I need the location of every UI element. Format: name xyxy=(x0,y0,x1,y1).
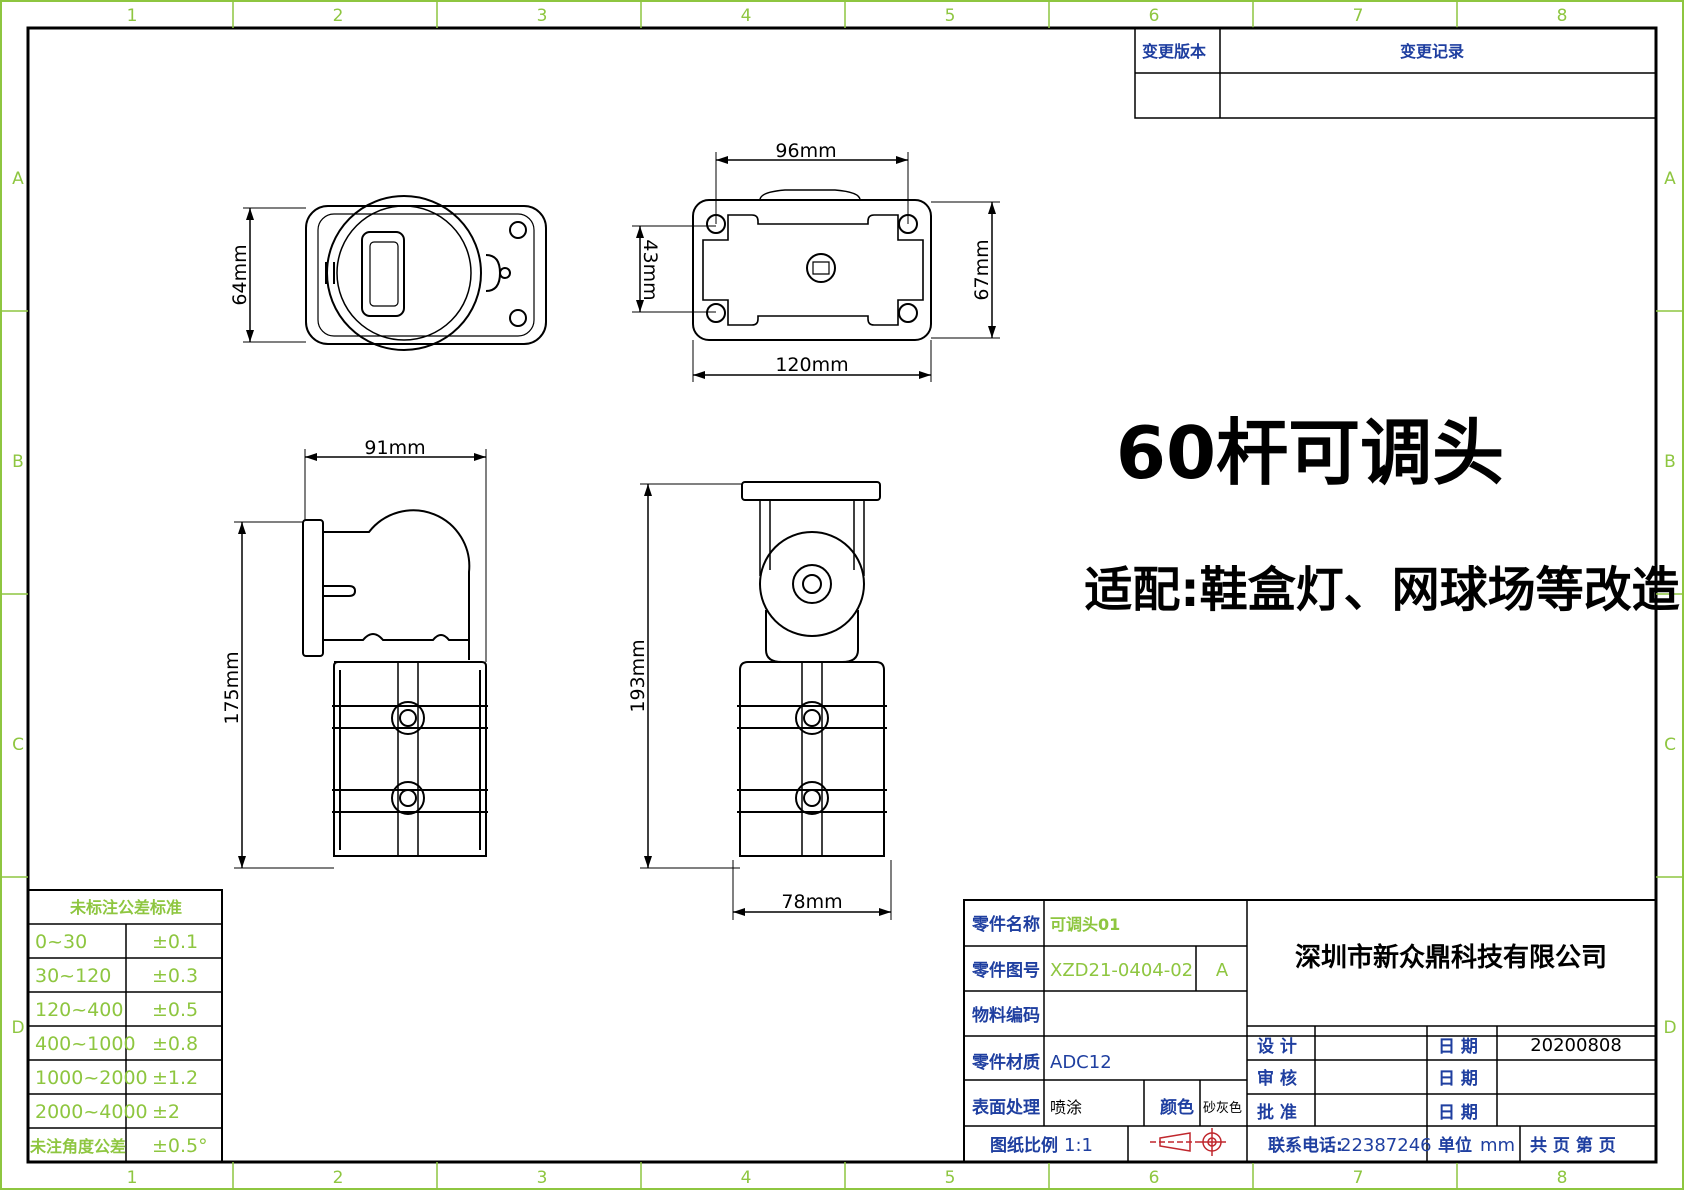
color-label: 颜色 xyxy=(1160,1097,1194,1118)
unit-label: 单位 xyxy=(1438,1135,1472,1156)
col-label-top: 4 xyxy=(741,6,752,26)
top-view-right xyxy=(692,189,932,341)
projection-symbol xyxy=(1150,1128,1226,1156)
col-label-top: 1 xyxy=(127,6,138,26)
drawing-sheet: 1 2 3 4 5 6 7 8 1 2 3 4 5 6 7 8 A B C D … xyxy=(0,0,1684,1190)
surface-value: 喷涂 xyxy=(1050,1098,1082,1117)
dim-label: 193mm xyxy=(627,639,649,712)
row-label-right: D xyxy=(1663,1018,1676,1038)
dim-label: 64mm xyxy=(229,244,251,305)
row-label-right: C xyxy=(1664,735,1676,755)
col-label-bottom: 3 xyxy=(537,1168,548,1188)
tolerance-range: 未注角度公差 xyxy=(29,1137,126,1156)
revision-version-header: 变更版本 xyxy=(1142,42,1206,61)
top-view-left xyxy=(305,195,547,351)
dim-label: 43mm xyxy=(639,239,661,300)
tolerance-header: 未标注公差标准 xyxy=(69,898,182,917)
tolerance-range: 30~120 xyxy=(35,965,111,987)
page-count: 共 页 第 页 xyxy=(1530,1135,1616,1156)
design-label: 设 计 xyxy=(1257,1036,1297,1057)
revision-value: A xyxy=(1216,960,1229,981)
material-label: 零件材质 xyxy=(971,1052,1040,1073)
color-value: 砂灰色 xyxy=(1203,1100,1242,1116)
part-name-label: 零件名称 xyxy=(971,914,1040,935)
row-label-left: A xyxy=(12,169,24,189)
row-label-left: D xyxy=(11,1018,24,1038)
date-label: 日 期 xyxy=(1438,1037,1478,1057)
phone-value: 22387246 xyxy=(1340,1135,1432,1156)
row-label-left: C xyxy=(12,735,24,755)
side-view xyxy=(302,509,488,857)
col-label-top: 3 xyxy=(537,6,548,26)
tolerance-value: ±2 xyxy=(152,1101,180,1123)
col-label-top: 5 xyxy=(945,6,956,26)
material-value: ADC12 xyxy=(1050,1052,1112,1073)
surface-label: 表面处理 xyxy=(972,1097,1040,1118)
date-label: 日 期 xyxy=(1438,1069,1478,1089)
drawing-no-label: 零件图号 xyxy=(971,960,1040,981)
dim-label: 78mm xyxy=(781,891,842,913)
part-name-value: 可调头01 xyxy=(1050,915,1120,934)
dim-top-left-height: 64mm xyxy=(229,207,306,343)
tolerance-value: ±0.3 xyxy=(152,965,198,987)
dim-label: 96mm xyxy=(775,140,836,162)
material-code-label: 物料编码 xyxy=(972,1005,1040,1026)
col-label-bottom: 1 xyxy=(127,1168,138,1188)
drawing-title: 60杆可调头 xyxy=(1116,411,1504,495)
col-label-top: 2 xyxy=(333,6,344,26)
col-label-top: 7 xyxy=(1353,6,1364,26)
dim-label: 91mm xyxy=(364,437,425,459)
row-label-left: B xyxy=(12,452,24,472)
col-label-bottom: 6 xyxy=(1149,1168,1160,1188)
dim-side: 91mm 175mm xyxy=(221,437,487,869)
tolerance-range: 400~1000 xyxy=(35,1033,136,1055)
unit-value: mm xyxy=(1480,1135,1515,1156)
design-date: 20200808 xyxy=(1530,1035,1622,1056)
drawing-subtitle: 适配:鞋盒灯、网球场等改造 xyxy=(1084,562,1679,618)
title-block: 零件名称 零件图号 物料编码 零件材质 表面处理 颜色 图纸比例 设 计 审 核… xyxy=(963,899,1657,1163)
approve-label: 批 准 xyxy=(1257,1102,1297,1123)
phone-label: 联系电话: xyxy=(1268,1135,1343,1156)
scale-label: 图纸比例 xyxy=(990,1135,1058,1156)
revision-record-header: 变更记录 xyxy=(1400,42,1464,61)
tolerance-range: 2000~4000 xyxy=(35,1101,148,1123)
col-label-bottom: 5 xyxy=(945,1168,956,1188)
dim-label: 67mm xyxy=(971,239,993,300)
col-label-bottom: 4 xyxy=(741,1168,752,1188)
date-label: 日 期 xyxy=(1438,1103,1478,1123)
tolerance-value: ±1.2 xyxy=(152,1067,198,1089)
col-label-bottom: 7 xyxy=(1353,1168,1364,1188)
col-label-bottom: 2 xyxy=(333,1168,344,1188)
tolerance-range: 0~30 xyxy=(35,931,87,953)
tolerance-range: 120~400 xyxy=(35,999,123,1021)
revision-table: 变更版本 变更记录 xyxy=(1134,27,1657,119)
tolerance-range: 1000~2000 xyxy=(35,1067,148,1089)
scale-value: 1:1 xyxy=(1064,1135,1093,1156)
tolerance-value: ±0.8 xyxy=(152,1033,198,1055)
review-label: 审 核 xyxy=(1257,1068,1297,1089)
col-label-top: 8 xyxy=(1557,6,1568,26)
tolerance-value: ±0.5 xyxy=(152,999,198,1021)
tolerance-value: ±0.1 xyxy=(152,931,198,953)
tolerance-table: 未标注公差标准 0~30 30~120 120~400 400~1000 100… xyxy=(27,889,223,1163)
col-label-top: 6 xyxy=(1149,6,1160,26)
row-label-right: B xyxy=(1664,452,1676,472)
dim-top-right: 96mm 120mm 43mm 67mm xyxy=(632,140,1000,382)
front-view xyxy=(737,481,887,857)
dim-label: 120mm xyxy=(775,354,848,376)
company-name: 深圳市新众鼎科技有限公司 xyxy=(1295,942,1607,973)
dim-label: 175mm xyxy=(221,651,243,724)
col-label-bottom: 8 xyxy=(1557,1168,1568,1188)
drawing-no-value: XZD21-0404-02 xyxy=(1050,960,1193,981)
tolerance-value: ±0.5° xyxy=(152,1135,208,1157)
row-label-right: A xyxy=(1664,169,1676,189)
